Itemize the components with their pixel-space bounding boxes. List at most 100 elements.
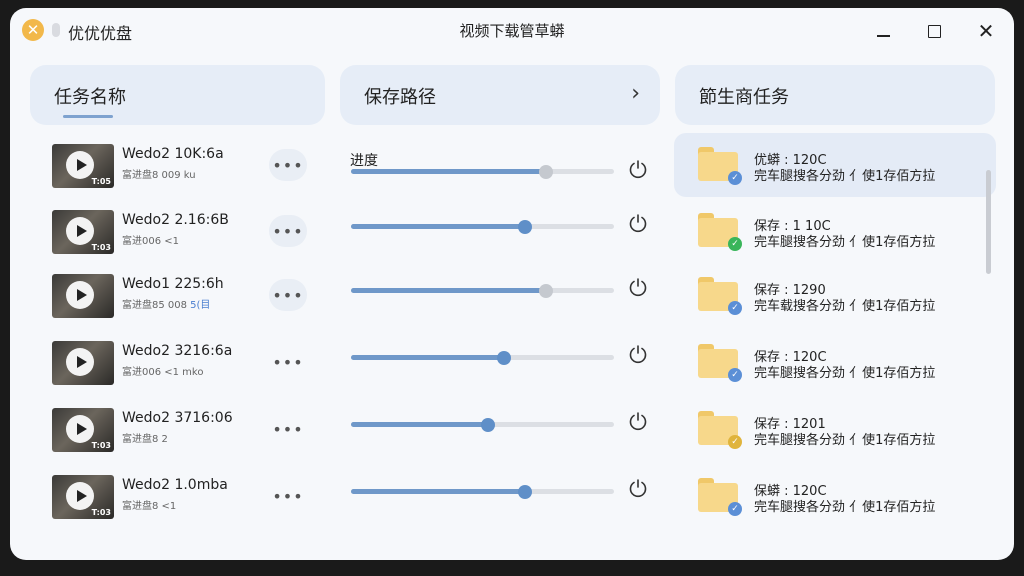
app-window: ✕ 优优优盘 视频下载管草蟒 ✕ 任务名称 保存路径 › 節生商任务 进度 T:…	[10, 8, 1014, 560]
progress-slider[interactable]	[351, 418, 614, 432]
task-description: 完车腿搜各分劲 亻使1存佰方拉	[754, 433, 936, 448]
more-options-button[interactable]: •••	[269, 279, 307, 311]
save-path-header[interactable]: 保存路径 ›	[340, 65, 660, 125]
power-icon[interactable]	[627, 276, 649, 298]
task-card[interactable]: ✓ 保存 : 1201 完车腿搜各分劲 亻使1存佰方拉	[674, 397, 996, 461]
window-title: 视频下载管草蟒	[459, 22, 565, 40]
task-card[interactable]: ✓ 保存 : 1 10C 完车腿搜各分劲 亻使1存佰方拉	[674, 199, 996, 263]
file-meta-text: 富进盘85 008	[122, 300, 191, 311]
task-card[interactable]: ✓ 保存 : 120C 完车腿搜各分劲 亻使1存佰方拉	[674, 330, 996, 394]
check-blue-icon: ✓	[728, 502, 742, 516]
thumbnail-tag: T:05	[91, 177, 111, 186]
file-meta-text: 富进盘8 009 ku	[122, 170, 196, 181]
power-icon[interactable]	[627, 343, 649, 365]
video-thumbnail[interactable]: T:03	[52, 408, 114, 452]
file-meta: 富进盘8 <1	[122, 497, 176, 512]
file-name: Wedo2 1.0mba	[122, 477, 228, 493]
file-meta-text: 富进盘8 <1	[122, 501, 177, 512]
task-description: 完车载搜各分劲 亻使1存佰方拉	[754, 299, 936, 314]
folder-icon: ✓	[698, 213, 742, 251]
task-card[interactable]: ✓ 保存 : 1290 完车载搜各分劲 亻使1存佰方拉	[674, 263, 996, 327]
task-name-header[interactable]: 任务名称	[30, 65, 325, 125]
task-description: 完车腿搜各分劲 亻使1存佰方拉	[754, 366, 936, 381]
file-name: Wedo2 3216:6a	[122, 343, 233, 359]
folder-icon: ✓	[698, 277, 742, 315]
chevron-right-icon[interactable]: ›	[631, 81, 640, 106]
progress-fill	[351, 355, 504, 360]
power-icon[interactable]	[627, 410, 649, 432]
progress-knob[interactable]	[496, 351, 511, 365]
minimize-icon	[876, 35, 890, 37]
task-description: 完车腿搜各分劲 亻使1存佰方拉	[754, 235, 936, 250]
thumbnail-tag: T:03	[91, 508, 111, 517]
task-description: 完车腿搜各分劲 亻使1存佰方拉	[754, 169, 936, 184]
more-options-button[interactable]: •••	[269, 149, 307, 181]
progress-slider[interactable]	[351, 351, 614, 365]
file-name: Wedo2 10K:6a	[122, 146, 224, 162]
file-name: Wedo1 225:6h	[122, 276, 224, 292]
file-meta: 富进006 <1 mko	[122, 363, 203, 378]
folder-icon: ✓	[698, 411, 742, 449]
video-thumbnail[interactable]	[52, 341, 114, 385]
progress-fill	[351, 422, 488, 427]
task-card[interactable]: ✓ 优蟒 : 120C 完车腿搜各分劲 亻使1存佰方拉	[674, 133, 996, 197]
check-blue-icon: ✓	[728, 171, 742, 185]
play-icon[interactable]	[66, 217, 94, 245]
play-icon[interactable]	[66, 281, 94, 309]
power-icon[interactable]	[627, 212, 649, 234]
new-tasks-header[interactable]: 節生商任务	[675, 65, 995, 125]
progress-fill	[351, 169, 546, 174]
file-name: Wedo2 2.16:6B	[122, 212, 229, 228]
task-name-header-label: 任务名称	[54, 87, 126, 108]
video-thumbnail[interactable]: T:03	[52, 210, 114, 254]
progress-slider[interactable]	[351, 284, 614, 298]
play-icon[interactable]	[66, 415, 94, 443]
file-meta-text: 富进006 <1	[122, 236, 180, 247]
more-options-button[interactable]: •••	[269, 413, 307, 445]
folder-icon: ✓	[698, 147, 742, 185]
close-icon: ✕	[977, 19, 995, 43]
check-yellow-icon: ✓	[728, 435, 742, 449]
file-meta-text: 富进盘8 2	[122, 434, 168, 445]
check-blue-icon: ✓	[728, 368, 742, 382]
more-options-button[interactable]: •••	[269, 480, 307, 512]
power-icon[interactable]	[627, 477, 649, 499]
maximize-button[interactable]	[918, 16, 950, 46]
progress-knob[interactable]	[480, 418, 495, 432]
folder-icon: ✓	[698, 478, 742, 516]
play-icon[interactable]	[66, 151, 94, 179]
progress-knob[interactable]	[538, 284, 553, 298]
progress-slider[interactable]	[351, 485, 614, 499]
progress-knob[interactable]	[538, 165, 553, 179]
play-icon[interactable]	[66, 482, 94, 510]
file-meta-text: 富进006 <1 mko	[122, 367, 204, 378]
check-green-icon: ✓	[728, 237, 742, 251]
close-button[interactable]: ✕	[970, 16, 1002, 46]
save-path-header-label: 保存路径	[364, 87, 436, 108]
active-tab-underline	[63, 115, 113, 118]
progress-slider[interactable]	[351, 220, 614, 234]
task-list-scrollbar[interactable]	[986, 170, 991, 274]
file-meta-link[interactable]: 5(目	[190, 300, 210, 311]
maximize-icon	[927, 24, 941, 38]
video-thumbnail[interactable]: T:03	[52, 475, 114, 519]
progress-knob[interactable]	[517, 220, 532, 234]
progress-fill	[351, 489, 525, 494]
file-meta: 富进盘8 009 ku	[122, 166, 196, 181]
folder-icon: ✓	[698, 344, 742, 382]
new-tasks-header-label: 節生商任务	[699, 87, 789, 108]
title-bar: ✕ 优优优盘 视频下载管草蟒 ✕	[10, 8, 1014, 54]
play-icon[interactable]	[66, 348, 94, 376]
file-meta: 富进盘85 008 5(目	[122, 296, 210, 311]
thumbnail-tag: T:03	[91, 243, 111, 252]
power-icon[interactable]	[627, 158, 649, 180]
minimize-button[interactable]	[867, 16, 899, 46]
task-card[interactable]: ✓ 保蟒 : 120C 完车腿搜各分劲 亻使1存佰方拉	[674, 464, 996, 528]
more-options-button[interactable]: •••	[269, 215, 307, 247]
progress-knob[interactable]	[517, 485, 532, 499]
more-options-button[interactable]: •••	[269, 346, 307, 378]
video-thumbnail[interactable]: T:05	[52, 144, 114, 188]
file-name: Wedo2 3716:06	[122, 410, 233, 426]
progress-slider[interactable]	[351, 165, 614, 179]
video-thumbnail[interactable]	[52, 274, 114, 318]
